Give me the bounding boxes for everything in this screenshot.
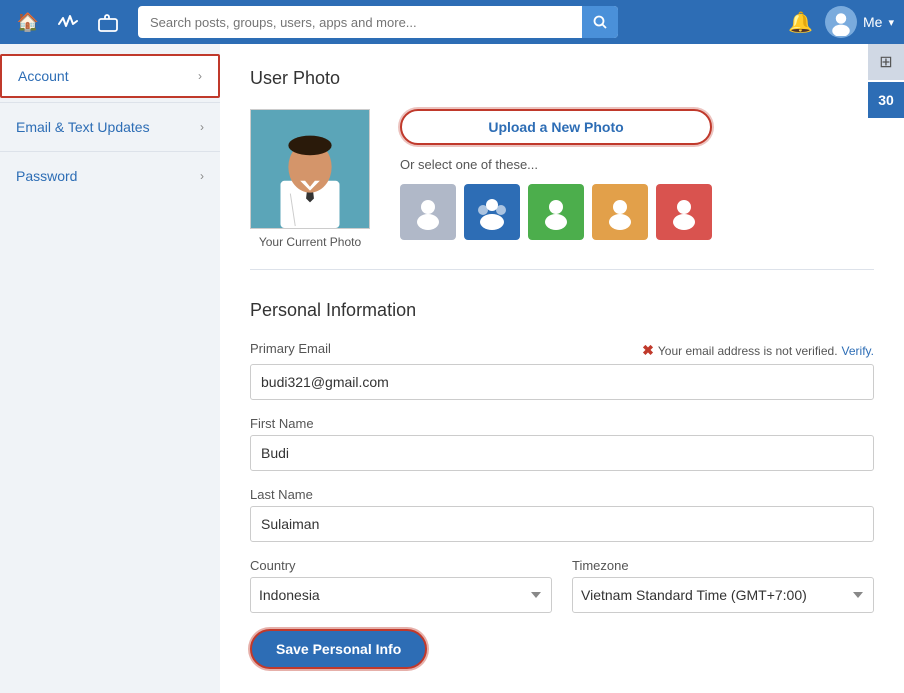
sidebar-email-label: Email & Text Updates (16, 119, 150, 135)
notification-bell-icon[interactable]: 🔔 (784, 6, 817, 39)
last-name-group: Last Name (250, 487, 874, 542)
pulse-icon[interactable] (50, 4, 86, 40)
avatar-option-red[interactable] (656, 184, 712, 240)
chevron-right-icon: › (198, 69, 202, 83)
sidebar-item-email-updates[interactable]: Email & Text Updates › (0, 107, 220, 147)
sidebar-divider (0, 102, 220, 103)
email-warning-text: Your email address is not verified. (658, 344, 838, 358)
verify-link[interactable]: Verify. (842, 344, 874, 358)
avatar-option-blue[interactable] (464, 184, 520, 240)
calendar-widget[interactable]: 30 (868, 82, 904, 118)
top-navigation: 🏠 🔔 Me (0, 0, 904, 44)
last-name-input[interactable] (250, 506, 874, 542)
home-icon[interactable]: 🏠 (10, 4, 46, 40)
timezone-group: Timezone Vietnam Standard Time (GMT+7:00… (572, 558, 874, 613)
sidebar-account-label: Account (18, 68, 69, 84)
topnav-right: 🔔 Me ▾ (784, 6, 894, 39)
avatar-options (400, 184, 712, 240)
primary-email-group: Primary Email ✖ Your email address is no… (250, 341, 874, 400)
upload-photo-button[interactable]: Upload a New Photo (400, 109, 712, 145)
personal-info-section: Personal Information Primary Email ✖ You… (250, 300, 874, 669)
country-select[interactable]: Indonesia (250, 577, 552, 613)
me-label: Me (863, 14, 882, 30)
current-photo-wrap: Your Current Photo (250, 109, 370, 249)
grid-widget-icon[interactable]: ⊞ (868, 44, 904, 80)
sidebar-password-label: Password (16, 168, 77, 184)
user-menu[interactable]: Me ▾ (825, 6, 894, 38)
email-warning: ✖ Your email address is not verified. Ve… (642, 342, 874, 359)
avatar-option-gray[interactable] (400, 184, 456, 240)
primary-email-label: Primary Email (250, 341, 331, 356)
avatar (825, 6, 857, 38)
timezone-label: Timezone (572, 558, 874, 573)
sidebar-item-account[interactable]: Account › (0, 54, 220, 98)
avatar-option-green[interactable] (528, 184, 584, 240)
first-name-input[interactable] (250, 435, 874, 471)
search-button[interactable] (582, 6, 618, 38)
country-group: Country Indonesia (250, 558, 552, 613)
current-photo-label: Your Current Photo (259, 235, 361, 249)
user-photo-title: User Photo (250, 68, 874, 89)
page-layout: Account › Email & Text Updates › Passwor… (0, 44, 904, 693)
country-label: Country (250, 558, 552, 573)
or-select-label: Or select one of these... (400, 157, 712, 172)
user-photo-section: Your Current Photo Upload a New Photo Or… (250, 109, 874, 270)
avatar-option-orange[interactable] (592, 184, 648, 240)
first-name-group: First Name (250, 416, 874, 471)
email-row: Primary Email ✖ Your email address is no… (250, 341, 874, 360)
chevron-right-icon-3: › (200, 169, 204, 183)
sidebar-divider-2 (0, 151, 220, 152)
sidebar-item-password[interactable]: Password › (0, 156, 220, 196)
save-personal-info-button[interactable]: Save Personal Info (250, 629, 427, 669)
briefcase-icon[interactable] (90, 4, 126, 40)
main-content: User Photo (220, 44, 904, 693)
chevron-right-icon-2: › (200, 120, 204, 134)
personal-info-title: Personal Information (250, 300, 874, 321)
last-name-label: Last Name (250, 487, 874, 502)
photo-options: Upload a New Photo Or select one of thes… (400, 109, 712, 240)
user-chevron-icon: ▾ (888, 16, 894, 29)
x-mark-icon: ✖ (642, 342, 654, 359)
search-input[interactable] (138, 6, 618, 38)
sidebar: Account › Email & Text Updates › Passwor… (0, 44, 220, 693)
country-timezone-row: Country Indonesia Timezone Vietnam Stand… (250, 558, 874, 629)
first-name-label: First Name (250, 416, 874, 431)
current-photo-image (250, 109, 370, 229)
timezone-select[interactable]: Vietnam Standard Time (GMT+7:00) (572, 577, 874, 613)
search-area (138, 6, 618, 38)
primary-email-input[interactable] (250, 364, 874, 400)
side-widgets: ⊞ 30 (868, 44, 904, 118)
